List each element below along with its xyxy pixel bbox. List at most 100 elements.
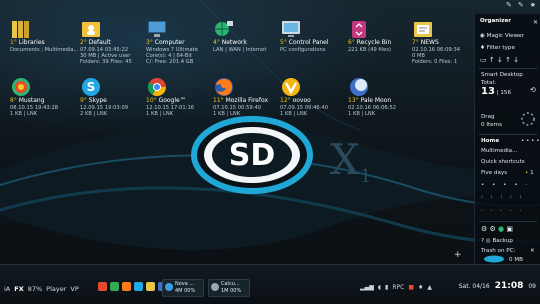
desktop-icon-control-panel[interactable]: 5° Control Panel PC configurations [278, 18, 356, 70]
eye-icon[interactable]: ◉ [480, 33, 485, 39]
icon-detail: 221 KB (49 files) [348, 47, 392, 53]
calculator-icon [211, 283, 219, 291]
taskbar-item[interactable]: Player [46, 285, 66, 293]
weather-icons: • • • • · [481, 182, 531, 188]
sdx-logo: SD X 1 [191, 116, 371, 194]
desktop: ✎ ✎ ★ 1° Libraries Documents ; Multimedi… [0, 0, 540, 304]
pale-moon-icon [350, 78, 368, 96]
drag-spinner-icon [521, 112, 535, 126]
skype-icon[interactable] [134, 282, 143, 291]
clock[interactable]: Sat. 04/16 21:08 09 [459, 281, 536, 291]
number-one: 1 [530, 170, 534, 176]
taskbar-window-calculator[interactable]: Calcu... 1M 00% [208, 279, 250, 297]
logo-letters: SD [229, 138, 276, 173]
window-icon[interactable]: ▣ [506, 225, 513, 233]
icon-detail: 1 KB | LNK [10, 111, 38, 117]
gear-icon[interactable]: ⚙ [481, 225, 487, 233]
question-icon[interactable]: ? [481, 238, 484, 244]
home-label[interactable]: Home [481, 138, 499, 144]
news-folder-icon [414, 22, 432, 37]
chrome-icon [147, 78, 166, 97]
pin-icon[interactable]: ♦ [418, 284, 423, 291]
icon-detail: 1 KB | LNK [146, 111, 174, 117]
trash-value: 0 MB [509, 257, 524, 263]
total-value: 13 [481, 86, 495, 97]
settings-icon[interactable]: ⚙ [490, 225, 496, 233]
icon-title: Recycle Bin [356, 39, 392, 46]
network-icon[interactable]: ▂▄▆ [360, 284, 374, 291]
arrow-up-icon[interactable]: ↑ [489, 56, 495, 64]
mustang-icon[interactable] [98, 282, 107, 291]
window-icon[interactable]: ▭ [480, 56, 487, 64]
icon-title: Default [88, 39, 111, 46]
recycle-bin-icon [352, 21, 366, 38]
icon-detail: C/: Free: 201.4 GB [146, 59, 194, 65]
dot-icon: • [525, 170, 529, 176]
control-panel-icon [282, 21, 300, 37]
chrome-icon[interactable] [110, 282, 119, 291]
pin-icon[interactable]: ✎ [518, 1, 524, 12]
window-sub: 4M 00% [175, 287, 196, 294]
quick-shortcuts-label[interactable]: Quick shortcuts [481, 159, 525, 165]
magic-viewer-label[interactable]: Magic Viewer [487, 33, 524, 39]
seconds: 09 [528, 282, 536, 290]
network-icon [215, 21, 233, 36]
icon-detail: Documents ; Multimedia... [10, 47, 79, 53]
icon-detail: Folders: 0 Files: 1 [412, 59, 458, 65]
desktop-icon-libraries[interactable]: 1° Libraries Documents ; Multimedia... [8, 18, 86, 70]
app-icon [165, 283, 173, 291]
pin-icon[interactable]: ● [498, 225, 504, 233]
icon-title: Mustang [18, 97, 45, 104]
firefox-icon[interactable] [122, 282, 131, 291]
drag-label: Drag [481, 114, 495, 120]
taskbar-item[interactable]: 87% [28, 285, 42, 293]
taskbar-left: iA FX 87% Player VP [4, 285, 79, 293]
user-folder-icon [82, 22, 100, 37]
folder-icon [12, 21, 29, 38]
volume-icon[interactable]: ◖ [378, 284, 381, 291]
date: Sat. 04/16 [458, 282, 490, 290]
pin-icon[interactable]: ✎ [506, 1, 512, 12]
smart-desktop-label[interactable]: Smart Desktop [481, 72, 523, 78]
star-icon[interactable]: ★ [530, 1, 536, 12]
computer-icon [148, 21, 166, 37]
icon-title: Control Panel [288, 39, 329, 46]
backup-icon[interactable]: ◎ [486, 238, 491, 244]
refresh-icon[interactable]: ⟲ [530, 86, 536, 94]
add-widget-button[interactable]: + [454, 250, 462, 260]
skype-icon: S [82, 78, 100, 96]
close-icon[interactable]: ✕ [530, 248, 535, 254]
five-days-label[interactable]: Five days [481, 170, 507, 176]
arrow-down-icon[interactable]: ↓ [497, 56, 503, 64]
taskbar-window-nova[interactable]: Nova ... 4M 00% [162, 279, 204, 297]
icon-title: oovoo [292, 97, 311, 104]
organizer-title: Organizer [480, 18, 512, 24]
multimedia-label[interactable]: Multimedia... [481, 148, 517, 154]
chevron-up-icon[interactable]: ▲ [427, 284, 432, 291]
desktop-icon-mustang[interactable]: 8° Mustang 08.10.15 19:43:28 1 KB | LNK [8, 76, 86, 128]
battery-icon[interactable]: ▮ [385, 284, 388, 291]
dots-icon[interactable]: • • • • [521, 138, 540, 144]
mustang-icon [12, 78, 30, 96]
taskbar-item[interactable]: FX [14, 285, 23, 293]
organizer-panel: Organizer ✕ ◉ Magic Viewer ♦ Filter type… [474, 14, 540, 264]
top-bar: ✎ ✎ ★ [506, 1, 536, 12]
taskbar-item[interactable]: VP [70, 285, 78, 293]
arrow-down-icon[interactable]: ↓ [513, 56, 519, 64]
oovoo-icon [282, 78, 300, 96]
trash-icon[interactable] [483, 255, 505, 263]
filter-type-label[interactable]: Filter type [487, 45, 515, 51]
close-icon[interactable]: ✕ [533, 19, 538, 26]
svg-text:S: S [87, 80, 96, 94]
icon-title: Skype [88, 97, 107, 104]
arrow-up-icon[interactable]: ↑ [505, 56, 511, 64]
flag-icon[interactable]: ■ [408, 284, 414, 291]
icon-title: Computer [154, 39, 185, 46]
folder-icon[interactable] [146, 282, 155, 291]
trash-label: Trash on PC: [481, 248, 516, 254]
tray-text[interactable]: RPC [392, 284, 404, 291]
pin-icon[interactable]: ♦ [480, 45, 485, 51]
taskbar-item[interactable]: iA [4, 285, 10, 293]
icon-title: NEWS [420, 39, 439, 46]
backup-label[interactable]: Backup [492, 238, 513, 244]
